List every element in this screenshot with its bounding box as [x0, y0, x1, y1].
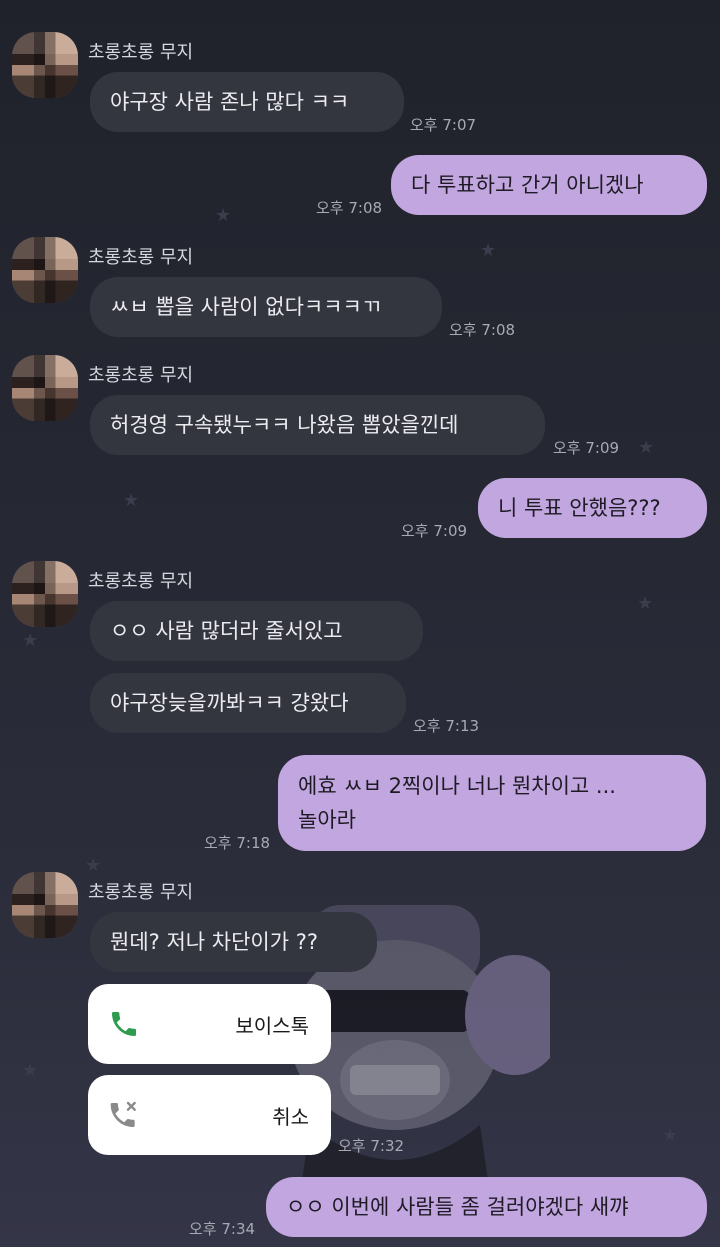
- voice-call-label: 보이스톡: [235, 1014, 309, 1038]
- avatar[interactable]: [12, 237, 78, 303]
- avatar[interactable]: [12, 32, 78, 98]
- message-time: 오후 7:09: [553, 439, 620, 457]
- message-bubble-sent[interactable]: 니 투표 안했음???: [478, 478, 707, 538]
- sender-name: 초롱초롱 무지: [88, 365, 194, 386]
- cancelled-call-label: 취소: [272, 1105, 309, 1129]
- phone-icon: [112, 1012, 136, 1036]
- message-time: 오후 7:34: [189, 1220, 256, 1238]
- message-bubble-received[interactable]: 야구장 사람 존나 많다 ㅋㅋ: [90, 72, 404, 132]
- message-time: 오후 7:08: [449, 321, 516, 339]
- message-bubble-received[interactable]: 야구장늦을까봐ㅋㅋ 걍왔다: [90, 673, 406, 733]
- message-bubble-received[interactable]: 뭔데? 저나 차단이가 ??: [90, 912, 377, 972]
- message-time: 오후 7:32: [338, 1137, 405, 1155]
- avatar[interactable]: [12, 355, 78, 421]
- star-decoration-icon: ★: [480, 240, 497, 261]
- message-time: 오후 7:09: [401, 522, 468, 540]
- sender-name: 초롱초롱 무지: [88, 882, 194, 903]
- message-bubble-received[interactable]: 허경영 구속됐누ㅋㅋ 나왔음 뽑았을낀데: [90, 395, 545, 455]
- star-decoration-icon: ★: [638, 437, 655, 458]
- message-bubble-sent[interactable]: 다 투표하고 간거 아니겠나: [391, 155, 707, 215]
- message-bubble-received[interactable]: ㅇㅇ 사람 많더라 줄서있고: [90, 601, 423, 661]
- avatar[interactable]: [12, 872, 78, 938]
- star-decoration-icon: ★: [662, 1125, 679, 1146]
- sender-name: 초롱초롱 무지: [88, 247, 194, 268]
- missed-call-icon: [110, 1101, 136, 1127]
- sender-name: 초롱초롱 무지: [88, 571, 194, 592]
- star-decoration-icon: ★: [637, 593, 654, 614]
- star-decoration-icon: ★: [123, 490, 140, 511]
- star-decoration-icon: ★: [215, 205, 232, 226]
- cancelled-call-card[interactable]: 취소: [88, 1075, 331, 1155]
- message-time: 오후 7:07: [410, 116, 477, 134]
- star-decoration-icon: ★: [85, 855, 102, 876]
- star-decoration-icon: ★: [22, 630, 39, 651]
- avatar[interactable]: [12, 561, 78, 627]
- message-bubble-sent[interactable]: ㅇㅇ 이번에 사람들 좀 걸러야겠다 새꺄: [266, 1177, 707, 1237]
- message-time: 오후 7:18: [204, 834, 271, 852]
- message-time: 오후 7:08: [316, 199, 383, 217]
- message-bubble-received[interactable]: ㅆㅂ 뽑을 사람이 없다ㅋㅋㅋㄲ: [90, 277, 442, 337]
- voice-call-card[interactable]: 보이스톡: [88, 984, 331, 1064]
- message-line: 놀아라: [298, 808, 356, 832]
- message-time: 오후 7:13: [413, 717, 480, 735]
- sender-name: 초롱초롱 무지: [88, 42, 194, 63]
- star-decoration-icon: ★: [22, 1060, 39, 1081]
- message-line: 에효 ㅆㅂ 2찍이나 너나 뭔차이고 ...: [298, 774, 616, 798]
- message-bubble-sent[interactable]: 에효 ㅆㅂ 2찍이나 너나 뭔차이고 ... 놀아라: [278, 755, 706, 851]
